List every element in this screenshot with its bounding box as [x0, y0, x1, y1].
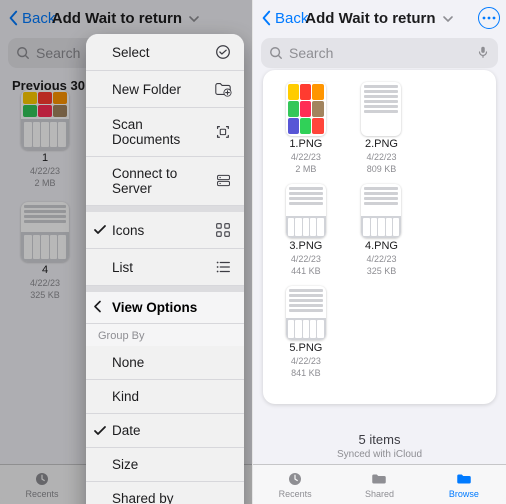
menu-icons-view[interactable]: Icons: [86, 212, 244, 249]
folder-plus-icon: [214, 80, 232, 98]
back-button[interactable]: Back: [259, 10, 308, 27]
file-name: 4.PNG: [365, 240, 398, 252]
file-size: 441 KB: [291, 266, 321, 276]
chevron-left-icon: [93, 300, 103, 315]
file-item[interactable]: 1.PNG 4/22/23 2 MB: [269, 82, 343, 174]
nav-bar: Back Add Wait to return: [253, 0, 506, 36]
file-grid: 1.PNG 4/22/23 2 MB 2.PNG 4/22/23 809 KB …: [263, 70, 496, 404]
status-footer: 5 items Synced with iCloud: [253, 432, 506, 460]
menu-select[interactable]: Select: [86, 34, 244, 71]
menu-group-by-label: Group By: [86, 324, 244, 346]
file-item[interactable]: 2.PNG 4/22/23 809 KB: [345, 82, 419, 174]
tab-recents[interactable]: Recents: [253, 465, 337, 504]
left-pane: Back Add Wait to return Search Previous …: [0, 0, 253, 504]
menu-connect-server[interactable]: Connect to Server: [86, 157, 244, 206]
menu-new-folder[interactable]: New Folder: [86, 71, 244, 108]
menu-list-view[interactable]: List: [86, 249, 244, 286]
mic-icon[interactable]: [476, 45, 490, 62]
menu-scan-documents[interactable]: Scan Documents: [86, 108, 244, 157]
menu-sort-shared-by[interactable]: Shared by: [86, 482, 244, 504]
sync-status: Synced with iCloud: [253, 449, 506, 460]
more-button[interactable]: [478, 7, 500, 29]
folder-person-icon: [369, 470, 389, 488]
check-icon: [93, 223, 107, 237]
folder-icon: [454, 470, 474, 488]
menu-sort-kind[interactable]: Kind: [86, 380, 244, 414]
menu-sort-size[interactable]: Size: [86, 448, 244, 482]
context-menu: Select New Folder Scan Documents Connect…: [86, 34, 244, 504]
menu-sort-date[interactable]: Date: [86, 414, 244, 448]
search-icon: [269, 46, 283, 60]
file-item[interactable]: 4.PNG 4/22/23 325 KB: [345, 184, 419, 276]
grid-icon: [214, 221, 232, 239]
file-size: 325 KB: [367, 266, 397, 276]
right-pane: Back Add Wait to return Search: [253, 0, 506, 504]
file-date: 4/22/23: [366, 254, 396, 264]
file-date: 4/22/23: [366, 152, 396, 162]
file-date: 4/22/23: [291, 356, 321, 366]
ellipsis-icon: [482, 16, 496, 20]
file-size: 809 KB: [367, 164, 397, 174]
check-icon: [93, 424, 107, 438]
clock-icon: [285, 470, 305, 488]
menu-view-options[interactable]: View Options: [86, 292, 244, 324]
chevron-down-icon: [442, 13, 454, 25]
checkmark-circle-icon: [214, 43, 232, 61]
file-date: 4/22/23: [291, 152, 321, 162]
item-count: 5 items: [253, 432, 506, 447]
file-item[interactable]: 3.PNG 4/22/23 441 KB: [269, 184, 343, 276]
tab-browse[interactable]: Browse: [422, 465, 506, 504]
file-item[interactable]: 5.PNG 4/22/23 841 KB: [269, 286, 343, 378]
file-name: 3.PNG: [289, 240, 322, 252]
file-name: 1.PNG: [289, 138, 322, 150]
tab-bar: Recents Shared Browse: [253, 464, 506, 504]
tab-shared[interactable]: Shared: [337, 465, 421, 504]
file-date: 4/22/23: [291, 254, 321, 264]
file-size: 841 KB: [291, 368, 321, 378]
file-size: 2 MB: [295, 164, 316, 174]
menu-sort-none[interactable]: None: [86, 346, 244, 380]
scan-icon: [214, 123, 232, 141]
search-field[interactable]: Search: [261, 38, 498, 68]
file-name: 2.PNG: [365, 138, 398, 150]
file-name: 5.PNG: [289, 342, 322, 354]
chevron-left-icon: [259, 10, 273, 26]
server-icon: [215, 172, 232, 190]
list-icon: [214, 258, 232, 276]
